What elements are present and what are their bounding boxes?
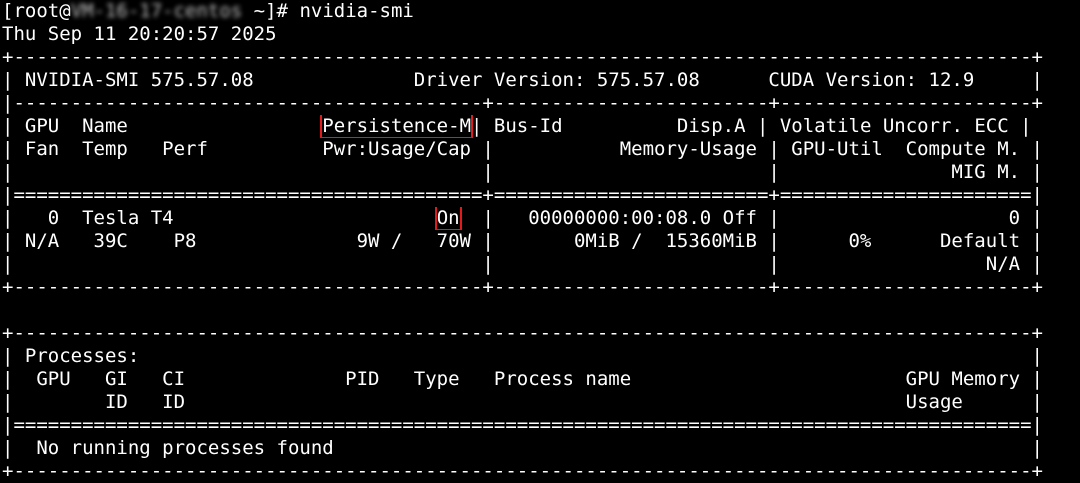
gpu-table-border-bottom: +---------------------------------------…	[2, 276, 1043, 298]
processes-border-bottom: +---------------------------------------…	[2, 460, 1043, 482]
gpu-header-row-2: | Fan Temp Perf Pwr:Usage/Cap | Memory-U…	[2, 138, 1043, 160]
gpu-header-row-1: | GPU Name Persistence-M| Bus-Id Disp.A …	[2, 115, 1078, 138]
terminal-window[interactable]: [root@VM-16-17-centos ~]# nvidia-smi Thu…	[2, 0, 1078, 482]
gpu-header-row-3: | | | MIG M. |	[2, 161, 1043, 183]
gpu-header-1-right: | Bus-Id Disp.A | Volatile Uncorr. ECC |	[471, 115, 1032, 137]
timestamp-line: Thu Sep 11 20:20:57 2025	[2, 23, 277, 45]
prompt-user: [root@	[2, 0, 71, 22]
gpu-row-2: | N/A 39C P8 9W / 70W | 0MiB / 15360MiB …	[2, 230, 1043, 252]
header-separator: |---------------------------------------…	[2, 92, 1043, 114]
command-text: nvidia-smi	[299, 0, 414, 22]
processes-header-row-1: | GPU GI CI PID Type Process name GPU Me…	[2, 368, 1043, 390]
processes-double-separator: |=======================================…	[2, 414, 1043, 436]
processes-border-top: +---------------------------------------…	[2, 322, 1043, 344]
gpu-row-3: | | | N/A |	[2, 253, 1043, 275]
persistence-mode-value: On	[434, 207, 462, 230]
header-border-top: +---------------------------------------…	[2, 46, 1043, 68]
no-processes-message: | No running processes found |	[2, 437, 1043, 459]
processes-header-row-2: | ID ID Usage |	[2, 391, 1043, 413]
persistence-m-label: Persistence-M	[320, 115, 474, 138]
redacted-hostname: VM-16-17-centos	[70, 0, 243, 22]
gpu-row-1-right: | 00000000:00:08.0 Off | 0 |	[459, 207, 1043, 229]
prompt-path: ~]#	[242, 0, 300, 22]
version-line: | NVIDIA-SMI 575.57.08 Driver Version: 5…	[2, 69, 1043, 91]
gpu-row-1: | 0 Tesla T4 On | 00000000:00:08.0 Off |…	[2, 207, 1078, 230]
shell-prompt-line: [root@VM-16-17-centos ~]# nvidia-smi	[2, 0, 1078, 23]
gpu-row-1-left: | 0 Tesla T4	[2, 207, 437, 229]
processes-title: | Processes: |	[2, 345, 1043, 367]
gpu-double-separator: |=======================================…	[2, 184, 1043, 206]
gpu-header-1-left: | GPU Name	[2, 115, 323, 137]
